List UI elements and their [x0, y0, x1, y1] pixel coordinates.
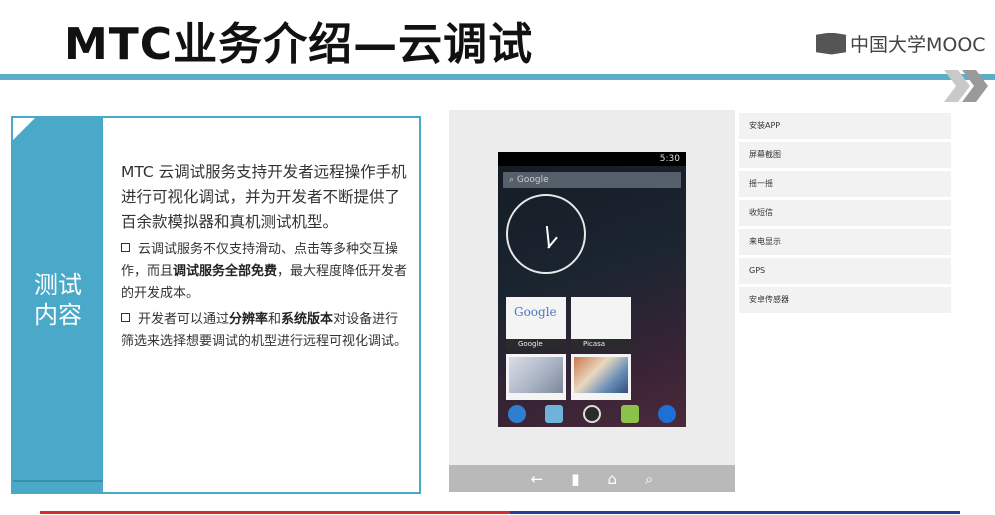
search-icon[interactable]: ⌕: [645, 470, 653, 488]
checkbox-icon: [121, 313, 130, 322]
back-arrow-icon[interactable]: ←: [531, 470, 544, 488]
recent-app-browser[interactable]: [506, 354, 566, 400]
tile-caption-google: Google: [506, 339, 566, 349]
content-card: 测试 内容 MTC 云调试服务支持开发者远程操作手机进行可视化调试，并为开发者不…: [11, 116, 421, 494]
contacts-app-icon[interactable]: [545, 404, 564, 423]
phone-search-bar[interactable]: ⌕ Google: [503, 172, 681, 188]
card-side-panel: 测试 内容: [13, 118, 103, 492]
slide-title: MTC业务介绍—云调试: [64, 19, 534, 70]
phone-search-text: Google: [516, 175, 549, 185]
tile-caption-picasa: Picasa: [571, 339, 631, 349]
feature-android-sensor[interactable]: 安卓传感器: [739, 287, 951, 313]
phone-dock: [498, 400, 686, 427]
messaging-app-icon[interactable]: [620, 404, 639, 423]
browser-app-icon[interactable]: [658, 404, 677, 423]
card-bottom-rule: [13, 480, 103, 482]
bottom-rule-blue: [510, 511, 960, 514]
recent-app-gallery[interactable]: [571, 354, 631, 400]
bullet2-bold-version: 系统版本: [281, 312, 334, 327]
bullet-item-filter: 开发者可以通过分辨率和系统版本对设备进行筛选来选择想要调试的机型进行远程可视化调…: [121, 309, 411, 353]
gallery-thumbnail: [574, 357, 628, 393]
mooc-logo: 中国大学MOOC: [816, 30, 986, 57]
checkbox-icon: [121, 243, 130, 252]
device-nav-bar: ← ▮ ⌂ ⌕: [449, 465, 735, 492]
apps-drawer-icon[interactable]: [582, 404, 601, 423]
phone-app-icon[interactable]: [507, 404, 526, 423]
status-bar: 5:30: [498, 152, 686, 166]
bullet-item-free: 云调试服务不仅支持滑动、点击等多种交互操作，而且调试服务全部免费，最大程度降低开…: [121, 239, 411, 305]
book-icon: [816, 32, 846, 55]
feature-shake[interactable]: 摇一摇: [739, 171, 951, 197]
feature-install-app[interactable]: 安装APP: [739, 113, 951, 139]
bullet2-bold-resolution: 分辨率: [229, 312, 269, 327]
feature-receive-sms[interactable]: 收短信: [739, 200, 951, 226]
browser-thumbnail: [509, 357, 563, 393]
side-label-line1: 测试: [34, 271, 82, 299]
feature-gps[interactable]: GPS: [739, 258, 951, 284]
bottom-rule-red: [40, 511, 510, 514]
clock-widget: [506, 194, 586, 274]
feature-list: 安装APP 屏幕截图 摇一摇 收短信 来电显示 GPS 安卓传感器: [739, 113, 951, 316]
phone-screen[interactable]: 5:30 ⌕ Google Google Google Picasa: [498, 152, 686, 427]
bullet2-and: 和: [268, 312, 282, 327]
home-icon[interactable]: ⌂: [607, 470, 617, 488]
card-body: MTC 云调试服务支持开发者远程操作手机进行可视化调试，并为开发者不断提供了百余…: [121, 160, 411, 353]
bullet1-bold: 调试服务全部免费: [173, 264, 278, 279]
mooc-logo-text: 中国大学MOOC: [850, 34, 986, 56]
header-rule: [0, 74, 995, 80]
side-label-line2: 内容: [34, 301, 82, 329]
chevron-right-icon: [944, 70, 988, 102]
feature-caller-id[interactable]: 来电显示: [739, 229, 951, 255]
recent-app-google[interactable]: Google Google: [506, 297, 566, 349]
menu-icon[interactable]: ▮: [571, 470, 579, 488]
feature-screenshot[interactable]: 屏幕截图: [739, 142, 951, 168]
card-corner: [13, 118, 35, 140]
recent-app-picasa[interactable]: Picasa: [571, 297, 631, 349]
status-time: 5:30: [659, 154, 680, 164]
bullet2-text-a: 开发者可以通过: [138, 312, 230, 327]
google-logo: Google: [514, 305, 557, 319]
intro-paragraph: MTC 云调试服务支持开发者远程操作手机进行可视化调试，并为开发者不断提供了百余…: [121, 163, 407, 231]
card-side-label: 测试 内容: [13, 270, 103, 330]
